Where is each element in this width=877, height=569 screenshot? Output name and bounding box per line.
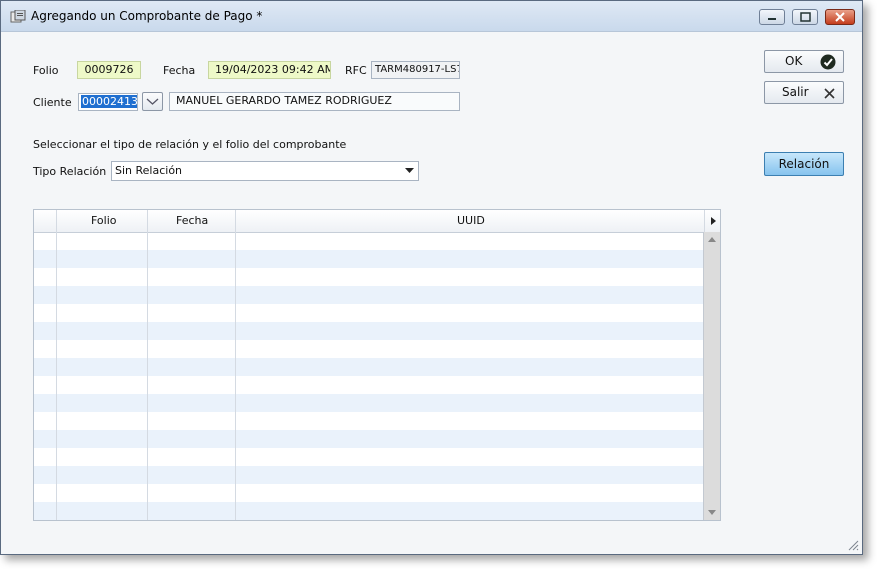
- window-title: Agregando un Comprobante de Pago *: [31, 9, 263, 23]
- fecha-field[interactable]: 19/04/2023 09:42 AM: [208, 61, 331, 79]
- cliente-code-input[interactable]: 00002413: [78, 93, 138, 111]
- vertical-scrollbar[interactable]: [703, 232, 720, 520]
- dialog-window: Agregando un Comprobante de Pago * Folio…: [0, 0, 863, 555]
- scroll-right-icon[interactable]: [711, 217, 716, 225]
- table-row[interactable]: [34, 502, 705, 520]
- cliente-code-selection: 00002413: [81, 95, 138, 108]
- table-row[interactable]: [34, 394, 705, 412]
- salir-button[interactable]: Salir: [764, 81, 844, 104]
- close-window-button[interactable]: [825, 9, 855, 25]
- close-x-icon: [824, 88, 835, 99]
- maximize-button[interactable]: [792, 9, 818, 25]
- table-row[interactable]: [34, 322, 705, 340]
- relacion-button[interactable]: Relación: [764, 152, 844, 176]
- scroll-up-icon[interactable]: [708, 237, 716, 242]
- title-bar[interactable]: Agregando un Comprobante de Pago *: [1, 1, 862, 32]
- column-divider: [235, 210, 236, 520]
- column-header-fecha[interactable]: Fecha: [176, 214, 208, 227]
- folio-field[interactable]: 0009726: [77, 61, 141, 79]
- column-divider: [56, 210, 57, 520]
- column-divider: [147, 210, 148, 520]
- column-header-uuid[interactable]: UUID: [457, 214, 485, 227]
- ok-button-label: OK: [785, 54, 803, 68]
- table-row[interactable]: [34, 466, 705, 484]
- dropdown-arrow-icon: [405, 168, 414, 173]
- rfc-label: RFC: [345, 64, 367, 77]
- chevron-down-icon: [146, 98, 159, 105]
- cliente-label: Cliente: [33, 96, 72, 109]
- grid-header: Folio Fecha UUID: [34, 210, 720, 233]
- minimize-icon: [768, 18, 776, 20]
- resize-grip-icon[interactable]: [847, 539, 859, 551]
- ok-button[interactable]: OK: [764, 50, 844, 73]
- tipo-relacion-label: Tipo Relación: [33, 165, 107, 178]
- table-row[interactable]: [34, 358, 705, 376]
- salir-button-label: Salir: [782, 85, 809, 99]
- table-row[interactable]: [34, 430, 705, 448]
- checkmark-icon: [820, 54, 836, 70]
- app-icon: [10, 10, 26, 23]
- table-row[interactable]: [34, 286, 705, 304]
- scroll-down-icon[interactable]: [708, 510, 716, 515]
- rfc-field[interactable]: TARM480917-LS7: [371, 61, 460, 79]
- column-divider: [704, 210, 705, 232]
- tipo-relacion-value: Sin Relación: [115, 164, 183, 177]
- minimize-button[interactable]: [759, 9, 785, 25]
- cliente-name-field[interactable]: MANUEL GERARDO TAMEZ RODRIGUEZ: [169, 92, 460, 111]
- instruction-text: Seleccionar el tipo de relación y el fol…: [33, 138, 347, 151]
- column-header-folio[interactable]: Folio: [91, 214, 117, 227]
- fecha-label: Fecha: [163, 64, 196, 77]
- table-row[interactable]: [34, 250, 705, 268]
- folio-label: Folio: [33, 64, 59, 77]
- maximize-icon: [800, 12, 811, 22]
- tipo-relacion-select[interactable]: Sin Relación: [111, 161, 419, 181]
- close-icon: [835, 12, 845, 22]
- cliente-lookup-button[interactable]: [142, 92, 163, 111]
- relations-grid[interactable]: Folio Fecha UUID: [33, 209, 721, 521]
